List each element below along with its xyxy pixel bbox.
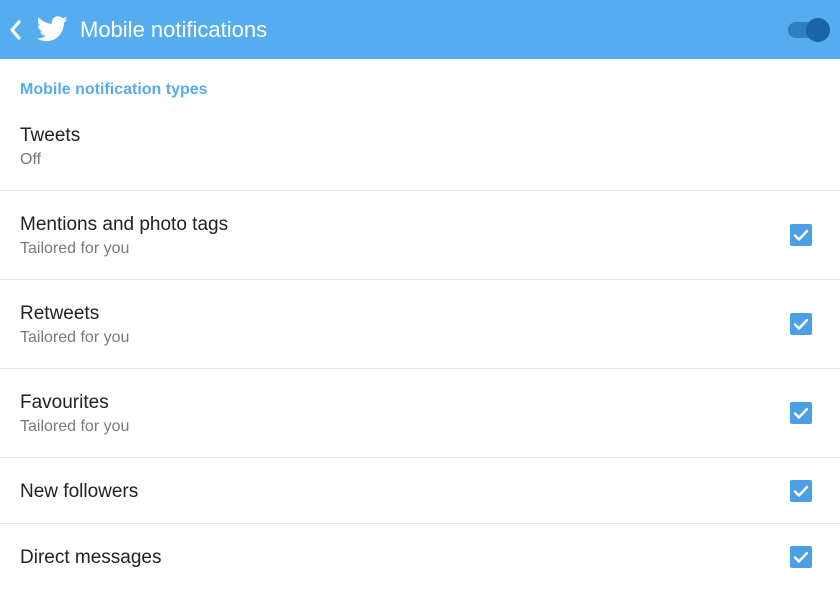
app-bar: Mobile notifications (0, 0, 840, 59)
list-item-title: Retweets (20, 303, 100, 324)
list-item-subtitle: Tailored for you (20, 240, 130, 257)
list-item-title: New followers (20, 481, 139, 502)
list-item-subtitle: Tailored for you (20, 329, 130, 346)
checkbox-checked-icon[interactable] (790, 546, 812, 568)
checkbox-checked-icon[interactable] (790, 480, 812, 502)
toggle-thumb (806, 18, 830, 42)
list-item-title: Mentions and photo tags (20, 214, 229, 235)
list-item-title: Tweets (20, 125, 81, 146)
section-header: Mobile notification types (20, 81, 208, 98)
page-title: Mobile notifications (80, 17, 268, 42)
checkbox-checked-icon[interactable] (790, 224, 812, 246)
list-item-title: Direct messages (20, 547, 162, 568)
list-item-title: Favourites (20, 392, 109, 413)
notifications-master-toggle[interactable] (786, 17, 832, 43)
twitter-bird-icon (36, 15, 68, 43)
list-item-tweets[interactable]: Tweets Off (0, 112, 840, 191)
list-item-subtitle: Tailored for you (20, 418, 130, 435)
list-item-favourites[interactable]: Favourites Tailored for you (0, 369, 840, 458)
chevron-left-icon[interactable] (7, 18, 23, 42)
list-item-mentions[interactable]: Mentions and photo tags Tailored for you (0, 191, 840, 280)
checkbox-checked-icon[interactable] (790, 313, 812, 335)
list-item-retweets[interactable]: Retweets Tailored for you (0, 280, 840, 369)
checkbox-checked-icon[interactable] (790, 402, 812, 424)
list-item-subtitle: Off (20, 151, 42, 168)
list-item-new-followers[interactable]: New followers (0, 458, 840, 524)
list-item-direct-messages[interactable]: Direct messages (0, 524, 840, 590)
